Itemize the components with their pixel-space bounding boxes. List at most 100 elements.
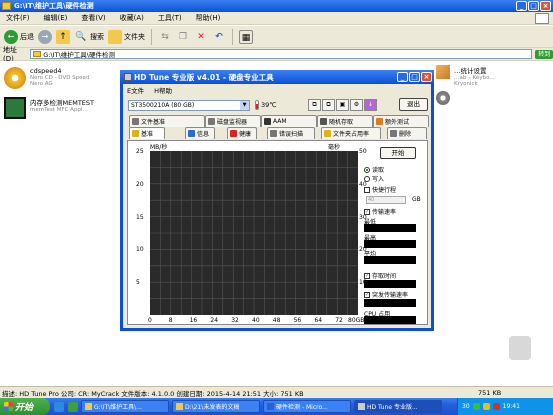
tab-extra-tests[interactable]: 额外测试 <box>373 115 429 127</box>
access-time-label: 存取时间 <box>372 273 397 280</box>
tray-icon[interactable] <box>492 403 500 410</box>
short-stroke-field[interactable]: 40 <box>366 196 406 204</box>
search-label: 搜索 <box>90 32 104 41</box>
file-item-keyboard[interactable]: …统计设置 …ab – Keybo… Kryonick <box>436 65 495 87</box>
toolbar-divider <box>151 28 152 45</box>
go-button[interactable]: 转到 <box>535 49 553 59</box>
task-label: HD Tune 专业版... <box>367 404 418 411</box>
task-explorer[interactable]: G:\IT\维护工具\... <box>81 400 169 413</box>
x-tick-label: 48 <box>272 317 281 324</box>
hdtune-app-icon <box>124 73 132 81</box>
drive-select[interactable]: ST3500210A (80 GB) ▼ <box>128 99 250 111</box>
transfer-rate-checkbox[interactable]: ✓ 传输速率 <box>364 207 396 216</box>
tray-icon[interactable] <box>482 403 490 410</box>
x-tick-label: 8 <box>168 317 173 324</box>
menu-file[interactable]: 文件(F) <box>6 13 30 23</box>
menu-tools[interactable]: 工具(T) <box>158 13 182 23</box>
undo-icon[interactable]: ↶ <box>212 30 226 44</box>
tab-erase[interactable]: 删除 <box>387 127 427 139</box>
menu-edit[interactable]: 编辑(E) <box>44 13 68 23</box>
tab-folder-usage[interactable]: 文件夹占用率 <box>321 127 381 139</box>
tab-random-access[interactable]: 随机存取 <box>317 115 373 127</box>
tab-aam[interactable]: AAM <box>261 115 317 127</box>
ie-quicklaunch-icon[interactable] <box>54 401 64 412</box>
menu-favorites[interactable]: 收藏(A) <box>120 13 144 23</box>
tab-info[interactable]: 信息 <box>185 127 215 139</box>
transfer-rate-label: 传输速率 <box>372 209 397 216</box>
desktop-quicklaunch-icon[interactable] <box>68 401 78 412</box>
gear-icon[interactable] <box>436 91 450 105</box>
checkbox-icon <box>364 186 370 193</box>
min-value-box <box>364 224 416 232</box>
options-icon[interactable]: ⚙ <box>350 99 363 111</box>
x-tick-label: 72 <box>335 317 343 324</box>
folder-icon <box>324 130 331 137</box>
hdtune-titlebar: HD Tune 专业版 v4.01 - 硬盘专业工具 _ □ × <box>120 70 434 84</box>
short-stroke-checkbox[interactable]: 快捷行程 <box>364 185 396 194</box>
task-label: D:\21\未发表的文稿 <box>185 404 240 411</box>
close-button[interactable]: × <box>540 1 551 11</box>
start-button[interactable]: 开始 <box>380 147 416 159</box>
max-value-box <box>364 240 416 248</box>
delete-icon[interactable]: ✕ <box>194 30 208 44</box>
burst-rate-checkbox[interactable]: ✓ 突发传输速率 <box>364 290 408 299</box>
random-access-icon <box>320 118 327 125</box>
status-text: 描述: HD Tune Pro 公司: CR: MyCrack 文件版本: 4.… <box>2 389 304 398</box>
start-menu-button[interactable]: 开始 <box>0 398 50 415</box>
hdtune-maximize-button[interactable]: □ <box>409 72 420 82</box>
y-tick-label: 10 <box>136 246 144 254</box>
tab-label: 错误扫描 <box>279 131 304 138</box>
folders-button[interactable]: 文件夹 <box>108 29 145 44</box>
hdtune-close-button[interactable]: × <box>421 72 432 82</box>
read-radio[interactable]: 读取 <box>364 165 384 174</box>
y-tick-label: 15 <box>136 213 144 221</box>
floating-handle[interactable] <box>509 336 531 360</box>
chart-grid <box>150 151 358 315</box>
search-button[interactable]: 🔍 搜索 <box>74 30 104 44</box>
hdtune-minimize-button[interactable]: _ <box>397 72 408 82</box>
copy-text-icon[interactable]: ⧉ <box>322 99 335 111</box>
menu-help[interactable]: 帮助(H) <box>196 13 221 23</box>
windows-logo-icon <box>535 13 549 24</box>
minimize-button[interactable]: _ <box>516 1 527 11</box>
read-label: 读取 <box>372 167 385 174</box>
file-item-memtest[interactable]: 内存多检测MEMTEST memTest MFC Appl... <box>4 97 94 119</box>
tab-file-benchmark[interactable]: 文件基准 <box>129 115 205 127</box>
gb-label: GB <box>412 196 421 203</box>
write-radio[interactable]: 写入 <box>364 174 384 183</box>
copy-to-icon[interactable]: ❐ <box>176 30 190 44</box>
x-tick-label: 0 <box>148 317 152 324</box>
save-icon[interactable]: ▣ <box>336 99 349 111</box>
tab-benchmark[interactable]: 基准 <box>129 127 165 139</box>
exit-button[interactable]: 退出 <box>399 98 428 111</box>
start-label: 开始 <box>15 403 34 413</box>
access-time-checkbox[interactable]: ✓ 存取时间 <box>364 271 396 280</box>
menu-view[interactable]: 查看(V) <box>81 13 105 23</box>
address-input[interactable]: G:\IT\维护工具\硬件检测 <box>30 49 533 59</box>
extra-tests-icon <box>376 118 383 125</box>
hdtune-menu-file[interactable]: E文件 <box>127 85 144 95</box>
task-word[interactable]: 硬件检测 - Micro... <box>263 400 351 413</box>
maximize-button[interactable]: □ <box>528 1 539 11</box>
up-folder-icon[interactable]: ↑ <box>56 29 70 44</box>
y-tick-label: 25 <box>136 148 144 155</box>
explorer-toolbar: ← 后退 → ↑ 🔍 搜索 文件夹 ⇆ ❐ ✕ ↶ ▦ <box>0 26 553 48</box>
screenshot-icon[interactable]: ↓ <box>364 99 377 111</box>
back-button[interactable]: ← 后退 <box>4 29 34 44</box>
file-description: memTest MFC Appl... <box>30 107 88 113</box>
views-icon[interactable]: ▦ <box>239 29 253 44</box>
forward-button[interactable]: → <box>38 29 52 44</box>
move-to-icon[interactable]: ⇆ <box>158 30 172 44</box>
copy-info-icon[interactable]: ⧉ <box>308 99 321 111</box>
search-icon: 🔍 <box>75 31 87 42</box>
task-drafts[interactable]: D:\21\未发表的文稿 <box>172 400 260 413</box>
file-item-cdspeed[interactable]: cdspeed4 Nero CD - DVD Speed Nero AG <box>4 67 89 89</box>
tab-error-scan[interactable]: 错误扫描 <box>267 127 315 139</box>
task-hdtune[interactable]: HD Tune 专业版... <box>354 400 442 413</box>
hdtune-menu-help[interactable]: H帮助 <box>154 85 172 95</box>
tab-health[interactable]: 健康 <box>227 127 257 139</box>
tray-icon[interactable] <box>472 403 480 410</box>
hdtune-menu: E文件 H帮助 <box>123 84 431 95</box>
folders-icon <box>108 29 122 44</box>
tab-disk-monitor[interactable]: 磁盘监视器 <box>205 115 261 127</box>
